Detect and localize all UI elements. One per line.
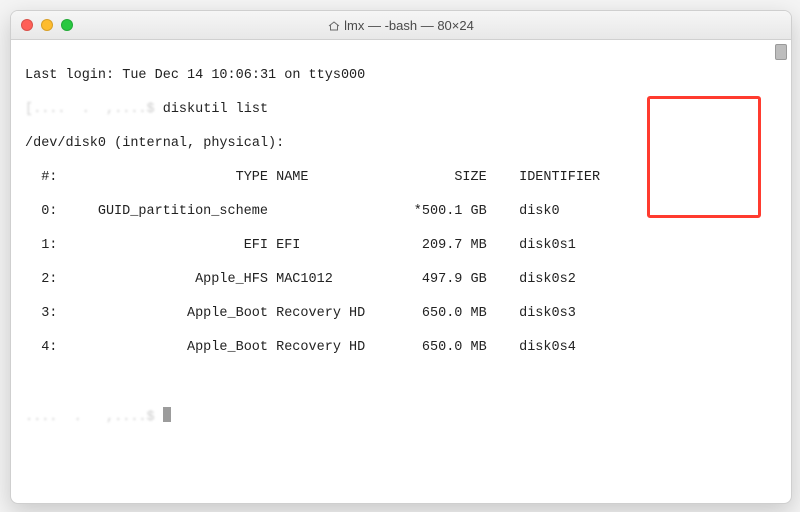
terminal-window: lmx — -bash — 80×24 Last login: Tue Dec … bbox=[10, 10, 792, 504]
header-num: #: bbox=[25, 169, 57, 186]
prompt-line: .... . ,....$ bbox=[25, 407, 783, 426]
scrollbar[interactable] bbox=[773, 44, 787, 500]
table-row: 3:Apple_Boot Recovery HD650.0 MBdisk0s3 bbox=[25, 305, 783, 322]
header-name: NAME bbox=[276, 169, 389, 186]
table-header: #: TYPE NAMESIZEIDENTIFIER bbox=[25, 169, 783, 186]
command-line: [.... . ,....$ diskutil list bbox=[25, 101, 783, 118]
prompt-text: [.... . ,....$ bbox=[25, 102, 155, 117]
last-login-line: Last login: Tue Dec 14 10:06:31 on ttys0… bbox=[25, 67, 783, 84]
device-line: /dev/disk0 (internal, physical): bbox=[25, 135, 783, 152]
cursor-icon bbox=[163, 407, 171, 422]
table-row: 4:Apple_Boot Recovery HD650.0 MBdisk0s4 bbox=[25, 339, 783, 356]
command-text: diskutil list bbox=[163, 102, 268, 117]
close-icon[interactable] bbox=[21, 19, 33, 31]
table-row: 2:Apple_HFS MAC1012497.9 GBdisk0s2 bbox=[25, 271, 783, 288]
terminal-body[interactable]: Last login: Tue Dec 14 10:06:31 on ttys0… bbox=[11, 40, 791, 504]
table-row: 0:GUID_partition_scheme *500.1 GBdisk0 bbox=[25, 203, 783, 220]
table-row: 1:EFI EFI209.7 MBdisk0s1 bbox=[25, 237, 783, 254]
header-identifier: IDENTIFIER bbox=[487, 169, 617, 186]
titlebar: lmx — -bash — 80×24 bbox=[11, 11, 791, 40]
prompt-text: .... . ,....$ bbox=[25, 410, 163, 425]
header-size: SIZE bbox=[390, 169, 487, 186]
scrollbar-thumb[interactable] bbox=[775, 44, 787, 60]
window-controls bbox=[11, 19, 73, 31]
zoom-icon[interactable] bbox=[61, 19, 73, 31]
minimize-icon[interactable] bbox=[41, 19, 53, 31]
header-type: TYPE bbox=[74, 169, 268, 186]
window-title: lmx — -bash — 80×24 bbox=[11, 18, 791, 33]
blank-line bbox=[25, 373, 783, 390]
home-icon bbox=[328, 21, 340, 31]
window-title-text: lmx — -bash — 80×24 bbox=[344, 18, 474, 33]
